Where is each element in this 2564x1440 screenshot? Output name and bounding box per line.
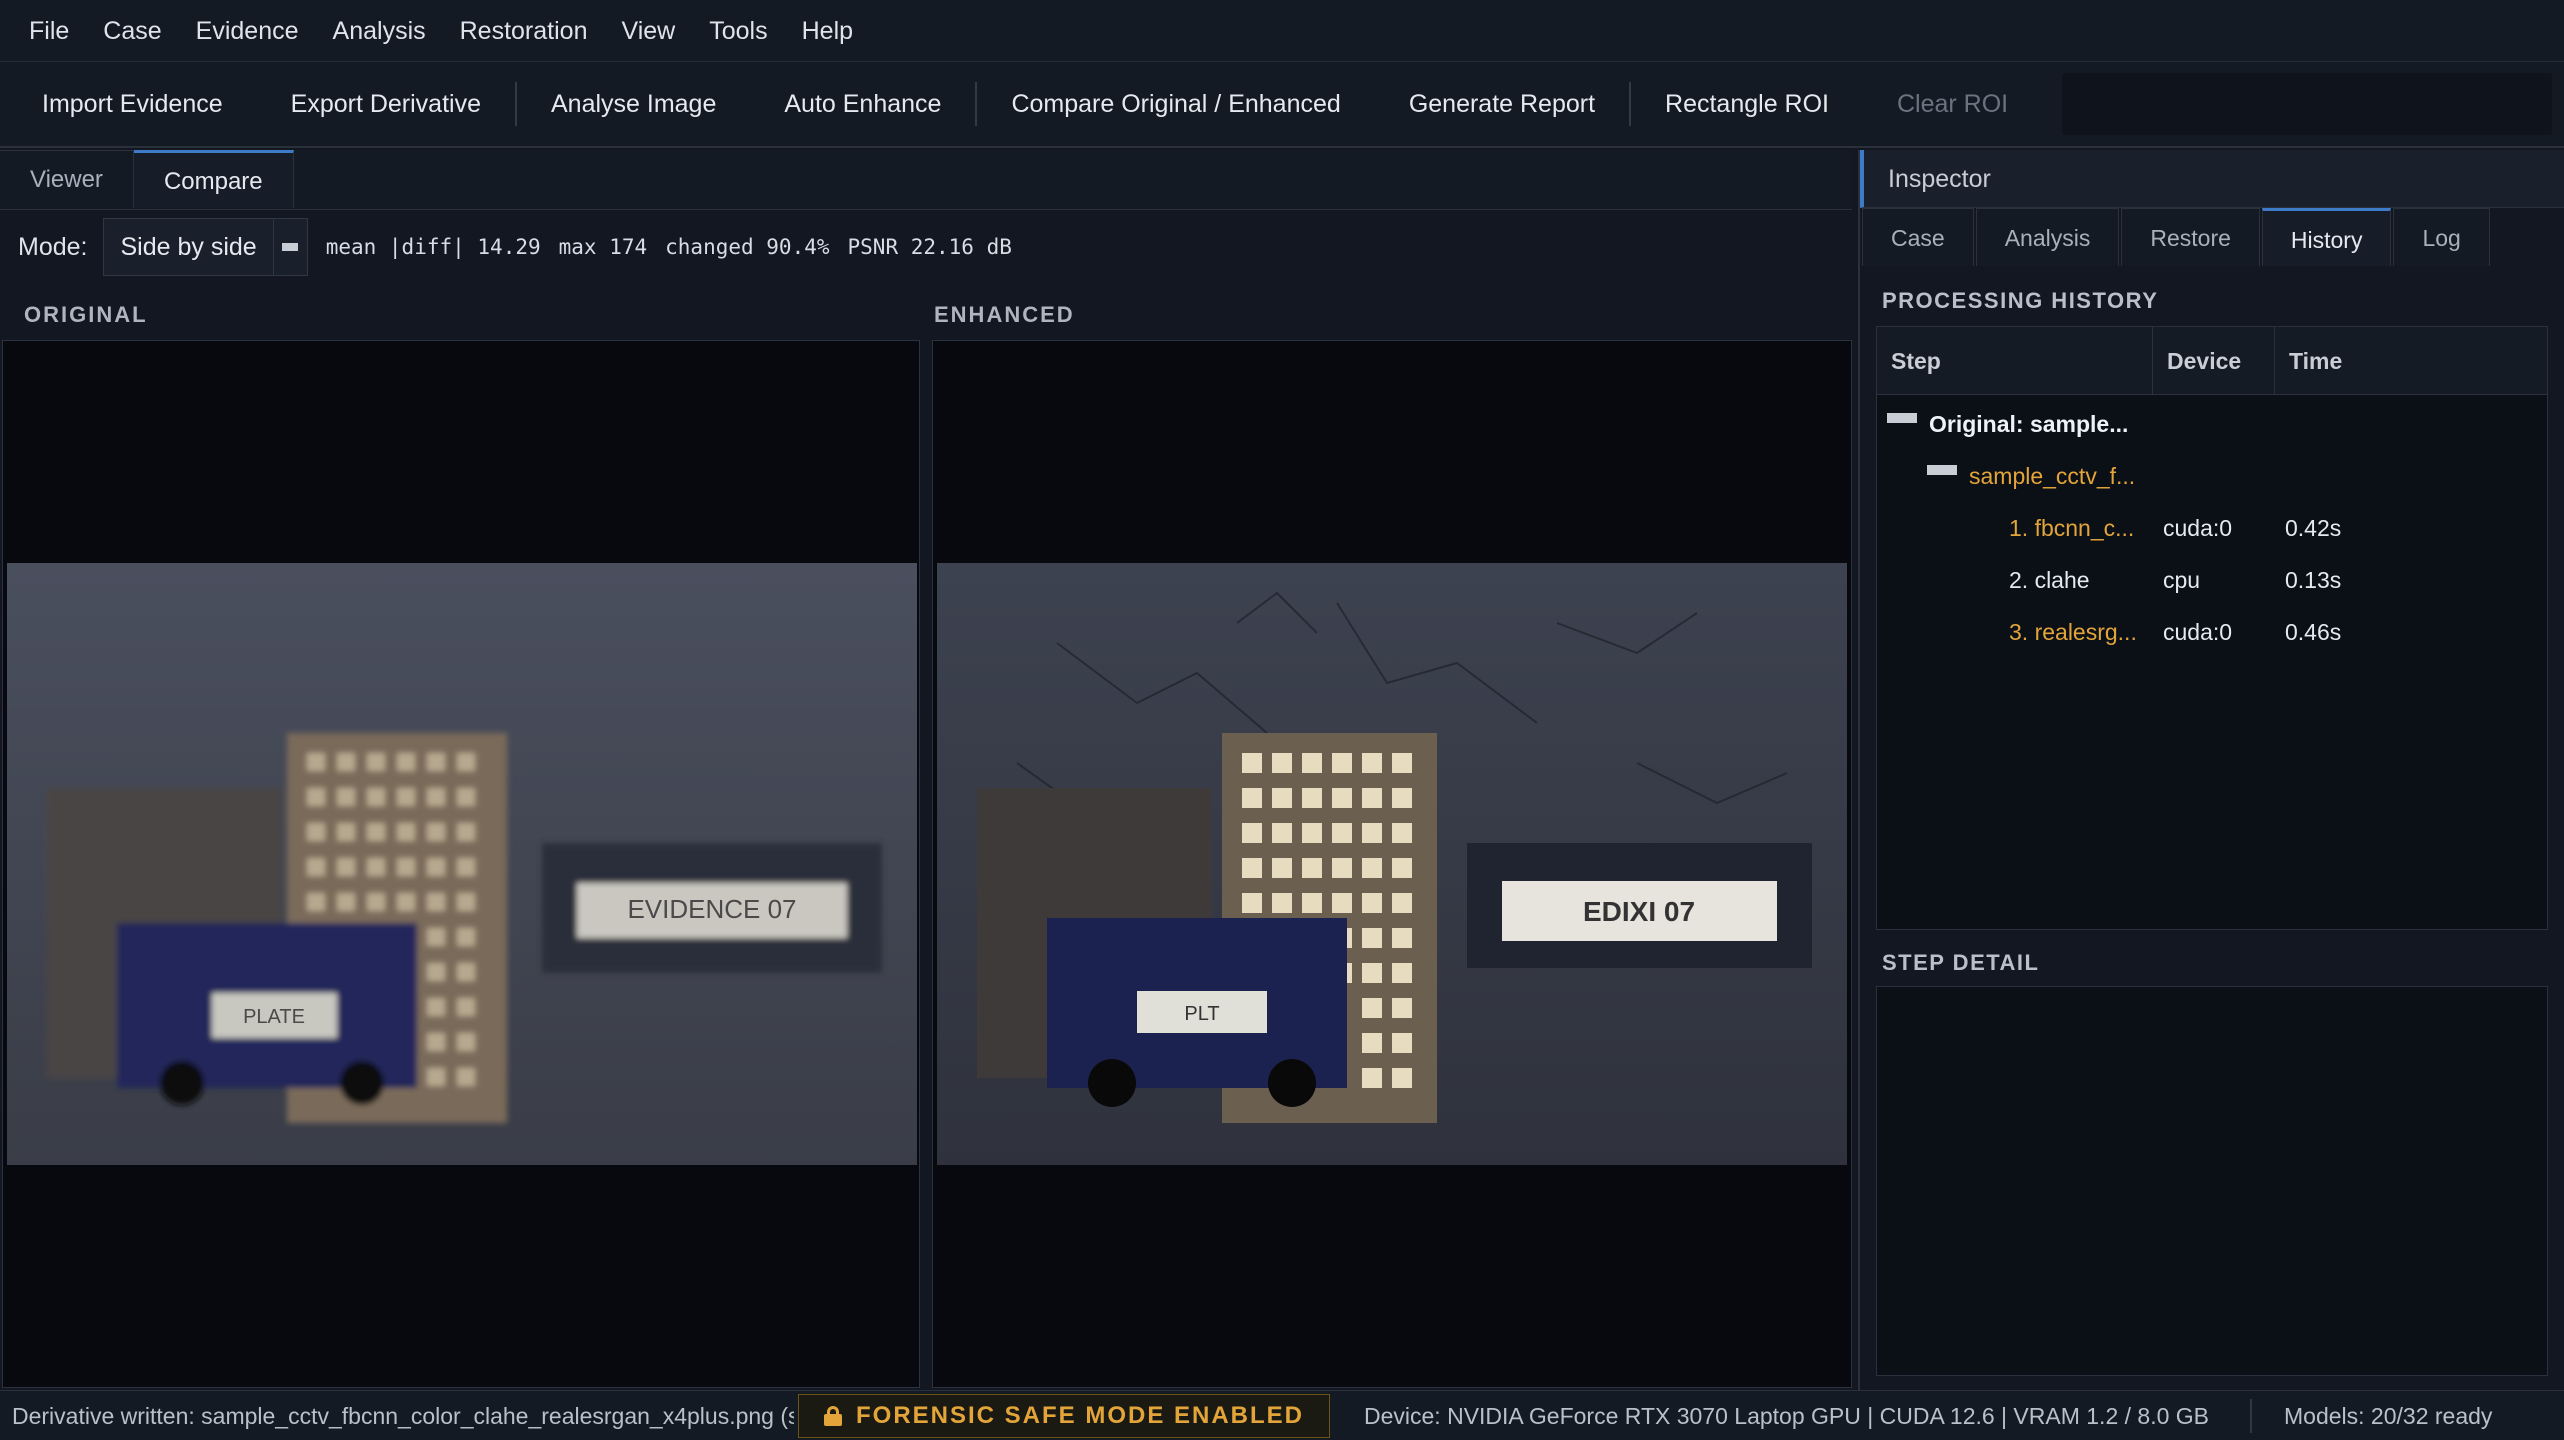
status-separator	[2250, 1399, 2252, 1433]
enhanced-panel-title: ENHANCED	[934, 302, 1075, 327]
compare-button[interactable]: Compare Original / Enhanced	[977, 61, 1374, 147]
tab-case[interactable]: Case	[1862, 208, 1974, 266]
inspector-title: Inspector	[1860, 150, 2564, 208]
column-device[interactable]: Device	[2153, 327, 2275, 395]
step-detail-title: STEP DETAIL	[1882, 950, 2040, 975]
analyse-image-button[interactable]: Analyse Image	[517, 61, 750, 147]
menu-tools[interactable]: Tools	[692, 0, 784, 62]
menu-view[interactable]: View	[604, 0, 692, 62]
history-derivative-item[interactable]: sample_cctv_f...	[1969, 451, 2135, 501]
mode-select-value[interactable]: Side by side	[104, 219, 272, 275]
workspace-tabs: Viewer Compare	[0, 150, 1852, 210]
menu-file[interactable]: File	[12, 0, 86, 62]
processing-history-title: PROCESSING HISTORY	[1882, 288, 2159, 313]
menu-help[interactable]: Help	[785, 0, 870, 62]
export-derivative-button[interactable]: Export Derivative	[257, 61, 515, 147]
status-models: Models: 20/32 ready	[2284, 1403, 2493, 1429]
status-device: Device: NVIDIA GeForce RTX 3070 Laptop G…	[1364, 1403, 2210, 1429]
toolbar-spacer	[2062, 73, 2552, 135]
tab-viewer[interactable]: Viewer	[0, 150, 134, 208]
mode-select[interactable]: Side by side	[103, 218, 308, 276]
history-step-name[interactable]: 2. clahe	[2009, 555, 2090, 605]
import-evidence-button[interactable]: Import Evidence	[8, 61, 257, 147]
menu-evidence[interactable]: Evidence	[179, 0, 316, 62]
enhanced-image[interactable]: EDIXI 07 PLT	[937, 563, 1847, 1165]
lock-icon	[823, 1406, 842, 1426]
enhanced-plate-text: PLT	[1184, 1003, 1219, 1025]
tab-restore[interactable]: Restore	[2121, 208, 2260, 266]
auto-enhance-button[interactable]: Auto Enhance	[750, 61, 975, 147]
stat-max: max 174	[558, 235, 648, 259]
history-step-name[interactable]: 3. realesrg...	[2009, 607, 2137, 657]
clear-roi-button: Clear ROI	[1897, 90, 2009, 118]
original-plate-text: PLATE	[243, 1006, 305, 1028]
menu-case[interactable]: Case	[86, 0, 178, 62]
history-tree[interactable]: Step Device Time Original: sample... sam…	[1876, 326, 2548, 930]
dropdown-arrow-icon[interactable]	[272, 219, 307, 275]
history-root-item[interactable]: Original: sample...	[1929, 399, 2128, 449]
tab-history[interactable]: History	[2261, 208, 2392, 266]
column-step[interactable]: Step	[1877, 327, 2153, 395]
tab-compare[interactable]: Compare	[133, 150, 294, 208]
history-step-time: 0.46s	[2285, 619, 2342, 645]
stat-psnr: PSNR 22.16 dB	[847, 235, 1012, 259]
enhanced-viewport[interactable]: EDIXI 07 PLT	[932, 340, 1852, 1388]
original-viewport[interactable]: EVIDENCE 07 PLATE	[2, 340, 920, 1388]
toolbar: Import Evidence Export Derivative Analys…	[0, 62, 2564, 148]
generate-report-button[interactable]: Generate Report	[1375, 61, 1629, 147]
inspector-tabs: Case Analysis Restore History Log	[1862, 208, 2564, 268]
step-detail-panel	[1876, 986, 2548, 1376]
menu-bar: File Case Evidence Analysis Restoration …	[0, 0, 2564, 62]
menu-restoration[interactable]: Restoration	[443, 0, 605, 62]
column-time[interactable]: Time	[2275, 327, 2547, 395]
stat-mean-diff: mean |diff| 14.29	[325, 235, 541, 259]
safe-mode-badge: FORENSIC SAFE MODE ENABLED	[798, 1394, 1330, 1438]
stat-changed: changed 90.4%	[665, 235, 830, 259]
original-sign-text: EVIDENCE 07	[627, 894, 796, 924]
collapse-icon[interactable]	[1887, 413, 1917, 423]
history-step-time: 0.42s	[2285, 515, 2342, 541]
enhanced-sign-text: EDIXI 07	[1583, 896, 1695, 927]
menu-analysis[interactable]: Analysis	[316, 0, 443, 62]
history-step-name[interactable]: 1. fbcnn_c...	[2009, 503, 2134, 553]
history-step-device: cuda:0	[2163, 515, 2233, 541]
tab-analysis[interactable]: Analysis	[1975, 208, 2120, 266]
safe-mode-text: FORENSIC SAFE MODE ENABLED	[855, 1402, 1305, 1429]
original-image[interactable]: EVIDENCE 07 PLATE	[7, 563, 917, 1165]
compare-controls: Mode: Side by side mean |diff| 14.29 max…	[0, 210, 1852, 284]
status-message: Derivative written: sample_cctv_fbcnn_co…	[12, 1403, 794, 1429]
mode-label: Mode:	[18, 232, 88, 261]
history-step-device: cpu	[2163, 567, 2201, 593]
original-panel-title: ORIGINAL	[24, 302, 148, 327]
history-header: Step Device Time	[1877, 327, 2547, 395]
history-step-device: cuda:0	[2163, 619, 2233, 645]
history-step-time: 0.13s	[2285, 567, 2342, 593]
tab-log[interactable]: Log	[2393, 208, 2490, 266]
collapse-icon[interactable]	[1927, 465, 1957, 475]
rectangle-roi-button[interactable]: Rectangle ROI	[1631, 61, 1863, 147]
